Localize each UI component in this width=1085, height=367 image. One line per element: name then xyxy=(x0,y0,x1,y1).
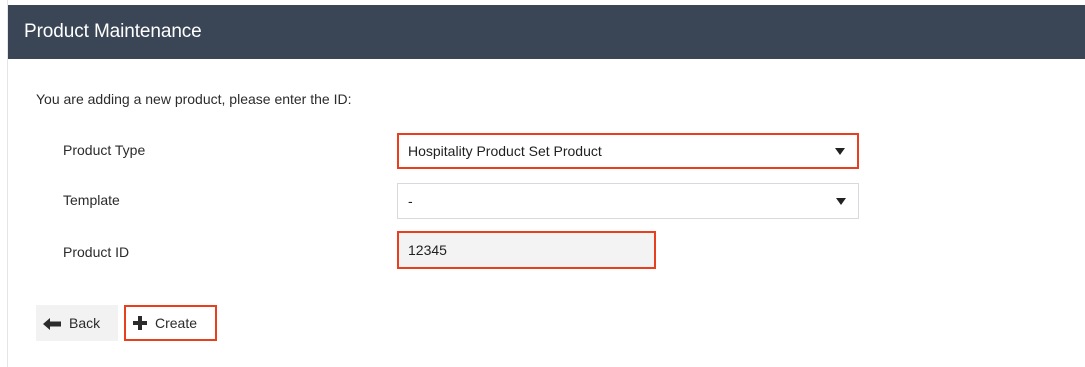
template-label: Template xyxy=(63,192,120,208)
caret-down-icon xyxy=(836,198,846,205)
product-type-select[interactable]: Hospitality Product Set Product xyxy=(397,133,859,169)
plus-icon xyxy=(133,316,147,330)
page-header: Product Maintenance xyxy=(8,5,1085,59)
create-button-label: Create xyxy=(155,315,198,331)
template-value: - xyxy=(408,193,413,209)
product-type-label: Product Type xyxy=(63,142,146,158)
product-id-input[interactable]: 12345 xyxy=(397,231,656,269)
product-id-value: 12345 xyxy=(408,242,447,258)
arrow-left-icon xyxy=(43,317,61,330)
caret-down-icon xyxy=(835,148,845,155)
page-title: Product Maintenance xyxy=(24,21,202,42)
product-type-value: Hospitality Product Set Product xyxy=(408,143,602,159)
form-intro-text: You are adding a new product, please ent… xyxy=(36,91,352,107)
back-button-label: Back xyxy=(69,315,101,331)
back-button[interactable]: Back xyxy=(36,305,118,341)
template-select[interactable]: - xyxy=(397,183,859,219)
product-id-label: Product ID xyxy=(63,244,130,260)
create-button[interactable]: Create xyxy=(124,305,217,341)
